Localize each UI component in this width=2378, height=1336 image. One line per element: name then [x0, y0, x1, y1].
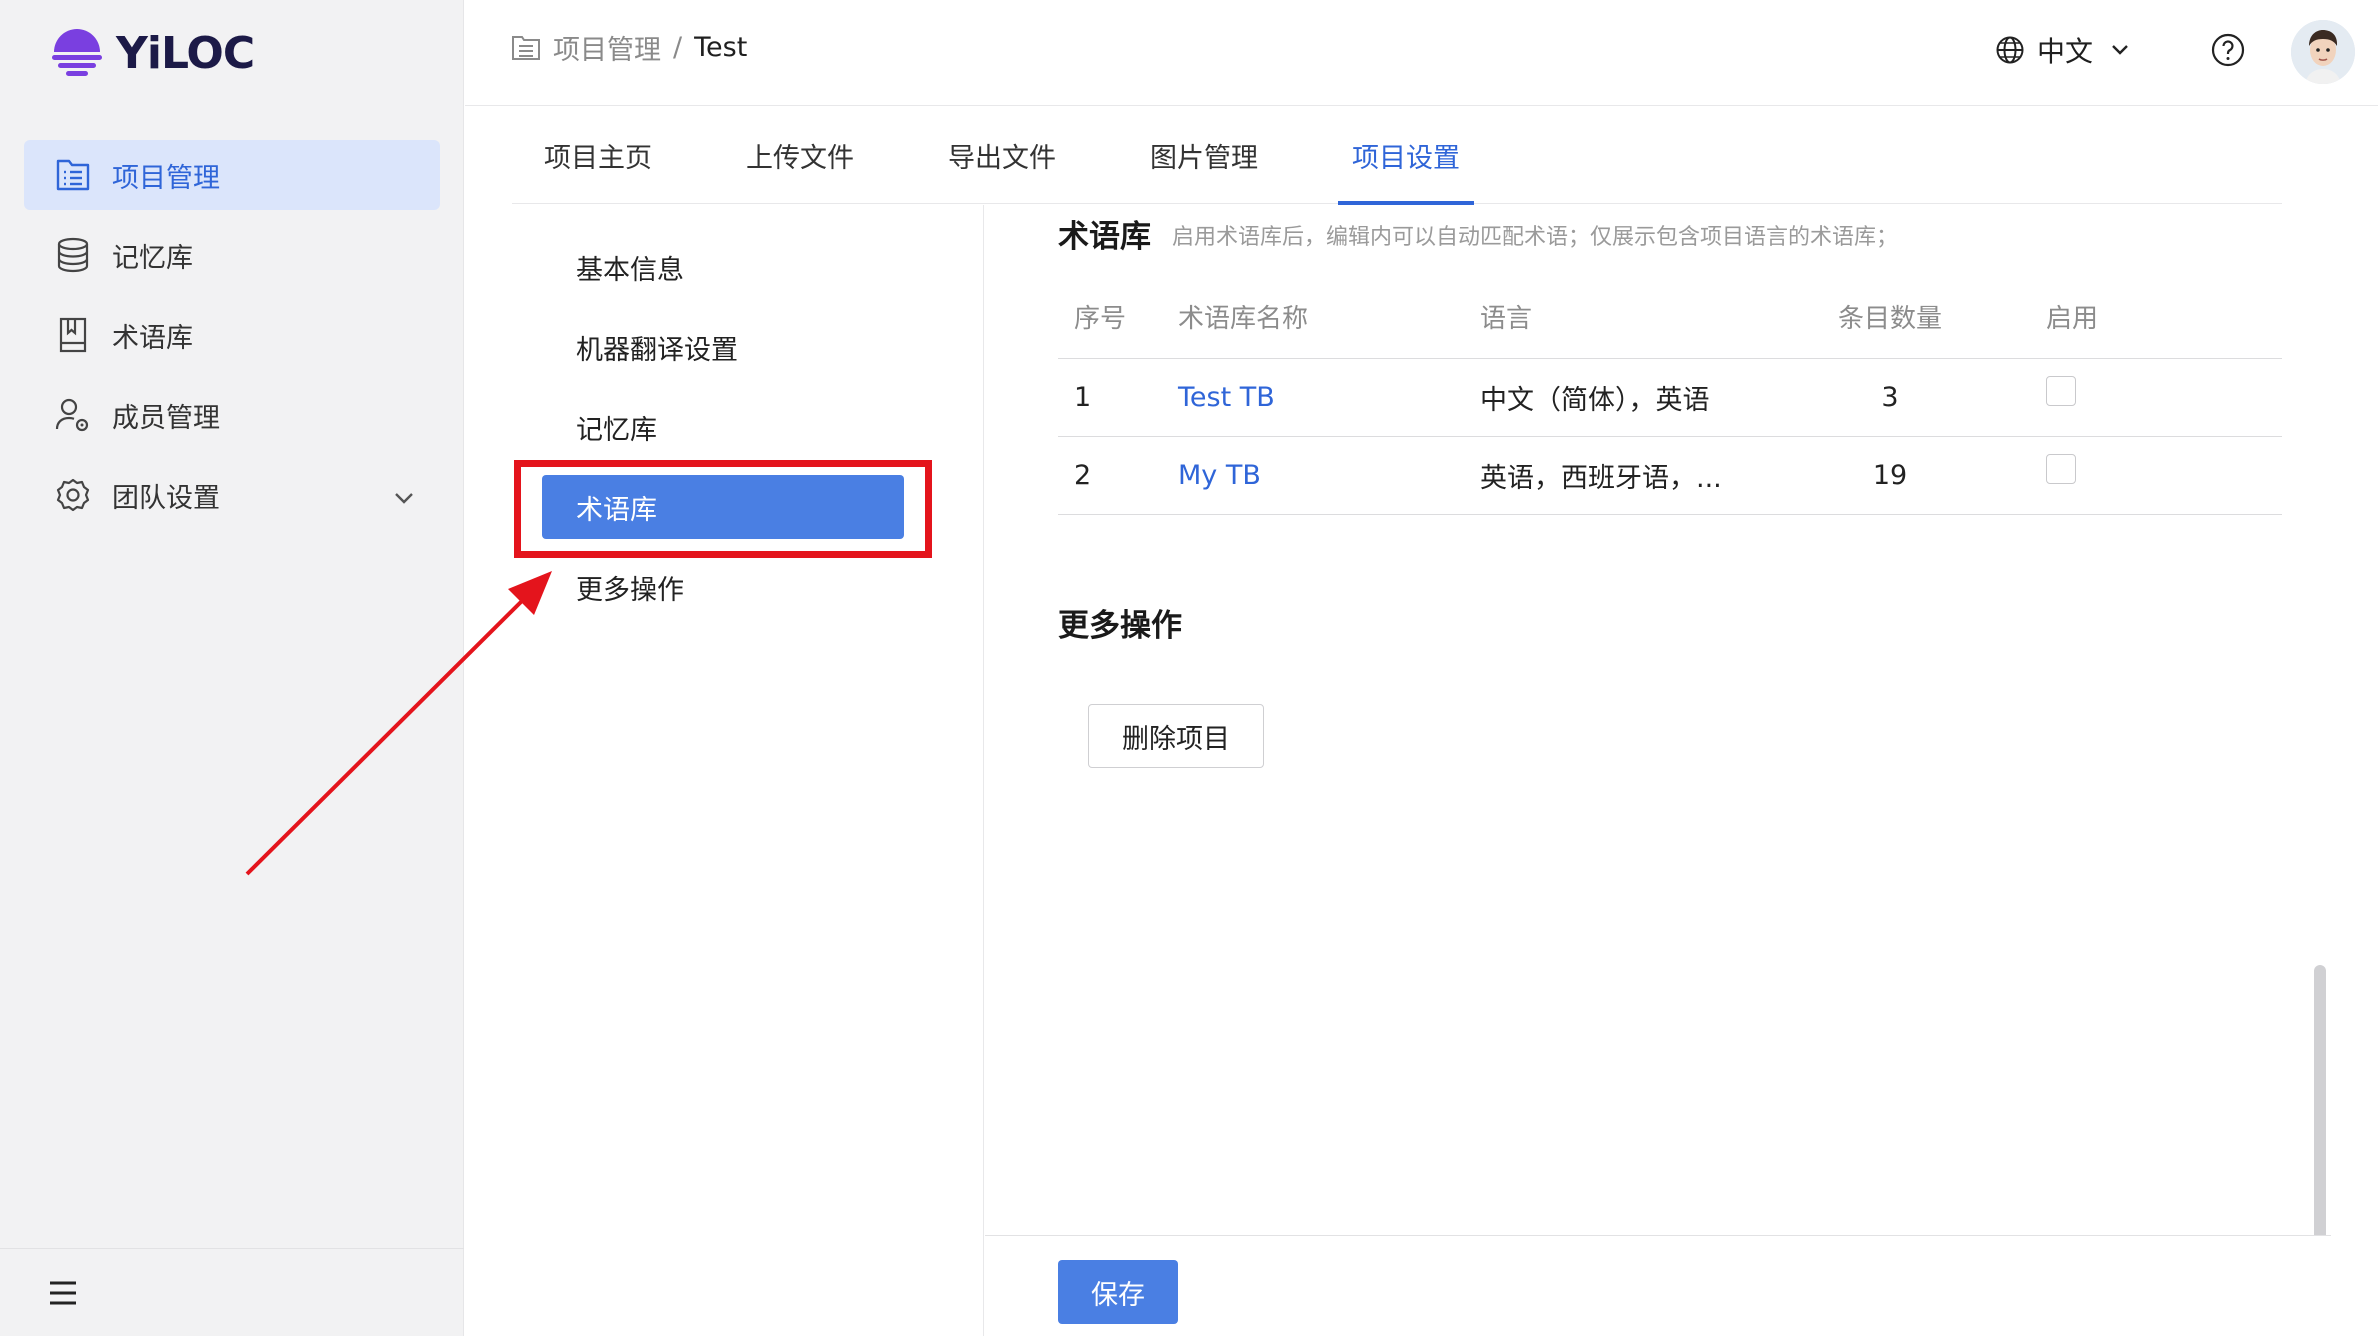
table-row: 1 Test TB 中文（简体），英语 3: [1058, 359, 2282, 437]
language-label: 中文: [2037, 35, 2094, 68]
row-languages: 英语，西班牙语，...: [1480, 463, 1722, 494]
column-header-name: 术语库名称: [1178, 304, 1309, 334]
settings-menu-basic-info[interactable]: 基本信息: [542, 235, 904, 299]
scrollbar-thumb[interactable]: [2314, 965, 2326, 1247]
sidebar-item-project-management[interactable]: 项目管理: [24, 140, 440, 210]
delete-project-button[interactable]: 删除项目: [1088, 704, 1264, 768]
termbase-section-description: 启用术语库后，编辑内可以自动匹配术语；仅展示包含项目语言的术语库；: [1172, 225, 1899, 250]
database-icon: [54, 236, 92, 274]
language-selector[interactable]: 中文: [1995, 30, 2129, 70]
logo-text: YiLOC: [116, 27, 255, 79]
settings-menu-machine-translation[interactable]: 机器翻译设置: [542, 315, 904, 379]
more-actions-title: 更多操作: [1058, 608, 1182, 644]
enable-checkbox[interactable]: [2046, 376, 2076, 406]
enable-checkbox[interactable]: [2046, 454, 2076, 484]
tab-upload-files[interactable]: 上传文件: [732, 106, 868, 204]
column-header-count: 条目数量: [1837, 304, 1942, 334]
book-icon: [54, 316, 92, 354]
settings-menu: 基本信息 机器翻译设置 记忆库 术语库 更多操作: [512, 205, 984, 1336]
annotation-highlight-box: [514, 460, 932, 558]
hamburger-icon[interactable]: [48, 1279, 78, 1307]
user-avatar[interactable]: [2291, 20, 2355, 84]
chevron-down-icon[interactable]: [394, 480, 414, 511]
sidebar-footer: [0, 1248, 464, 1336]
row-languages: 中文（简体），英语: [1480, 385, 1710, 416]
sidebar-item-termbase[interactable]: 术语库: [24, 300, 440, 370]
project-list-icon: [54, 156, 92, 194]
user-settings-icon: [54, 396, 92, 434]
column-header-language: 语言: [1480, 304, 1533, 334]
sidebar-item-team-settings[interactable]: 团队设置: [24, 460, 440, 530]
sidebar-item-members[interactable]: 成员管理: [24, 380, 440, 450]
column-header-enabled: 启用: [2046, 304, 2099, 334]
sidebar-item-label: 团队设置: [112, 482, 220, 514]
breadcrumb: 项目管理 / Test: [511, 28, 747, 67]
tab-export-files[interactable]: 导出文件: [934, 106, 1070, 204]
table-row: 2 My TB 英语，西班牙语，... 19: [1058, 437, 2282, 515]
termbase-table: 序号 术语库名称 语言 条目数量 启用 1 Test TB 中文（简体），英语 …: [1058, 275, 2282, 515]
table-header: 序号 术语库名称 语言 条目数量 启用: [1058, 275, 2282, 359]
settings-footer: 保存: [985, 1235, 2331, 1336]
save-button[interactable]: 保存: [1058, 1260, 1178, 1324]
termbase-name-link[interactable]: My TB: [1178, 460, 1261, 491]
column-header-index: 序号: [1074, 304, 1127, 334]
sidebar-nav: 项目管理 记忆库 术语库 成员管理 团队设置: [24, 140, 440, 540]
sidebar: YiLOC 项目管理 记忆库 术语库 成员管理 团队设置: [0, 0, 464, 1336]
yiloc-logo-icon: [52, 29, 102, 76]
row-count: 3: [1881, 382, 1899, 413]
question-circle-icon[interactable]: [2211, 33, 2245, 67]
top-header: 项目管理 / Test 中文: [465, 0, 2378, 106]
sidebar-item-label: 成员管理: [112, 402, 220, 434]
globe-icon: [1995, 35, 2025, 65]
row-index: 1: [1074, 382, 1092, 413]
folder-list-icon: [511, 35, 541, 61]
sidebar-item-label: 术语库: [112, 322, 193, 354]
tab-project-home[interactable]: 项目主页: [512, 106, 666, 204]
settings-menu-more-actions[interactable]: 更多操作: [542, 555, 904, 619]
logo[interactable]: YiLOC: [50, 22, 255, 84]
row-count: 19: [1872, 460, 1908, 491]
sidebar-item-label: 项目管理: [112, 162, 220, 194]
project-tabs: 项目主页 上传文件 导出文件 图片管理 项目设置: [512, 106, 2282, 205]
breadcrumb-current: Test: [694, 32, 748, 63]
sidebar-item-label: 记忆库: [112, 242, 193, 274]
sidebar-item-memory[interactable]: 记忆库: [24, 220, 440, 290]
settings-menu-memory[interactable]: 记忆库: [542, 395, 904, 459]
breadcrumb-root[interactable]: 项目管理: [553, 28, 661, 67]
breadcrumb-separator: /: [673, 32, 683, 63]
gear-icon: [54, 476, 92, 514]
tab-project-settings[interactable]: 项目设置: [1338, 106, 1474, 205]
chevron-down-icon: [2111, 44, 2129, 56]
settings-content: 术语库 启用术语库后，编辑内可以自动匹配术语；仅展示包含项目语言的术语库； 序号…: [985, 205, 2331, 1235]
tab-image-management[interactable]: 图片管理: [1136, 106, 1272, 204]
row-index: 2: [1074, 460, 1092, 491]
termbase-section-title: 术语库: [1058, 219, 1151, 255]
termbase-name-link[interactable]: Test TB: [1178, 382, 1275, 413]
